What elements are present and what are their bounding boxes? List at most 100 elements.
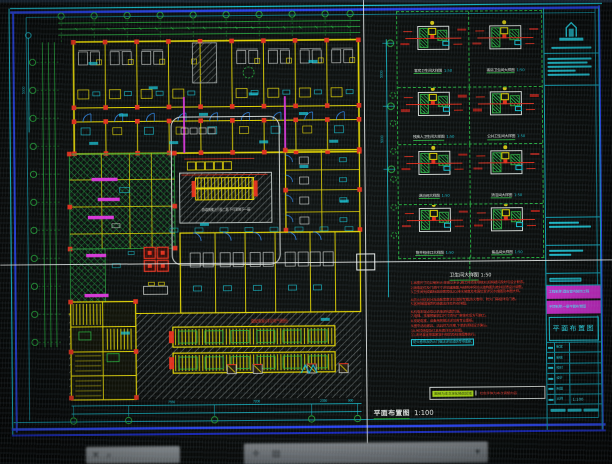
detail-cell: 管井检修口大样图1:50 [399,205,471,259]
detail-label: 管井检修口大样图 [416,249,444,256]
axis-bubble-icon [431,145,435,149]
project-name-row: 工程名称:酒店室内装饰工程 [546,285,600,300]
detail-scale: 1:50 [444,68,452,72]
svg-text:2350: 2350 [320,399,327,403]
detail-label: 备品间大样图 [492,249,513,256]
svg-text:900: 900 [348,399,353,403]
subproject-name-row: 子项名称:一层平面布置图 [547,300,601,315]
toolbar-fragment: ✕ ⌕ ✛ ▤ ▾ [86,441,488,464]
toolbar-left: ✕ ⌕ [86,446,180,464]
monitor-photo: 5000 自动扶梯上行至二层 下行至地下一层 5000 5000 变配电室(详见电气图纸… [0,0,612,464]
detail-scale: 1:50 [442,193,450,197]
detail-row: 管井检修口大样图1:50 备品间大样图1:50 [399,204,543,258]
signature-row: 设计 [547,374,601,385]
legend-chip: 图例为本次深化修改区域 [432,390,473,396]
plan-caption: 平面布置图1:100 [373,400,433,420]
detail-label: 客房卫生间大样图 [414,67,442,74]
detail-scale: 1:50 [446,135,454,139]
note-highlight: 防火卷帘及防火门做法详见消防专项图纸 [411,338,474,345]
signature-row: 审核 [547,353,601,364]
detail-cell: 客房卫生间大样图1:50 [397,12,470,88]
detail-label: 淋浴间大样图 [419,192,440,199]
detail-cell: 备品间大样图1:50 [471,204,543,258]
table-value: 1:100 [572,397,583,402]
details-scale: 1:50 [481,273,492,278]
signature-row: 审定 [547,342,601,353]
toolbar-right: ✛ ▤ ▾ [244,441,488,464]
plan-scale: 1:100 [414,409,434,417]
detail-label: 残疾人卫生间大样图 [413,134,445,141]
zoom-icon[interactable]: ⌕ [106,450,111,460]
detail-cell: 公共卫生间大样图1:50 [470,87,542,144]
signature-row: 校对 [547,363,601,374]
svg-text:7200: 7200 [253,399,260,403]
detail-drawing [484,148,528,178]
detail-scale: 1:50 [517,134,525,138]
detail-scale: 1:50 [517,68,525,72]
detail-row: 残疾人卫生间大样图1:50 公共卫生间大样图1:50 [398,87,542,145]
detail-label: 客房卫生间大样图 [487,67,515,74]
title-block: 工程名称:酒店室内装饰工程 子项名称:一层平面布置图 平面布置图 审定审核校对设… [543,7,603,429]
table-label: 审定 [555,343,570,353]
detail-label: 清洁间大样图 [491,192,512,199]
sheet-number-row [548,405,602,415]
signature-table: 审定审核校对设计制图比例1:100 [547,341,602,405]
axis-bubble-icon [430,88,434,91]
detail-drawing [412,205,456,235]
detail-drawing [412,148,456,178]
table-label: 比例 [555,395,570,405]
detail-row: 客房卫生间大样图1:50 客房卫生间大样图1:50 [397,11,542,88]
logo-text-bar [551,47,591,50]
detail-scale: 1:50 [446,250,454,254]
axis-bubble-icon [430,20,434,24]
detail-drawing [411,90,455,120]
detail-drawings-grid: 客房卫生间大样图1:50 客房卫生间大样图1:50 残疾人卫生间大样图1:50 … [396,10,544,259]
plan-title: 平面布置图 [374,409,411,419]
detail-scale: 1:50 [515,250,523,254]
table-label: 设计 [555,374,570,384]
detail-row: 淋浴间大样图1:50 清洁间大样图1:50 [398,144,543,205]
svg-text:变配电室(详见电气图纸): 变配电室(详见电气图纸) [251,318,289,323]
blank-section [545,85,600,217]
svg-text:5000: 5000 [22,87,26,95]
sheet-title: 平面布置图 [549,316,599,340]
detail-cell: 淋浴间大样图1:50 [398,145,471,205]
revision-notes: 1.本图尺寸均以毫米计,标高以米计,施工时须现场核对,如有疑问及时与设计联系。2… [410,280,543,347]
signature-row: 制图 [547,384,601,395]
details-title: 卫生间大样图 [449,272,478,280]
detail-cell: 清洁间大样图1:50 [470,144,543,204]
svg-text:自动扶梯上行至二层 下行至地下一层: 自动扶梯上行至二层 下行至地下一层 [201,206,251,211]
project-rows-a [546,217,600,245]
axis-bubble-icon [503,145,507,149]
axis-bubble-icon [502,20,506,24]
close-icon[interactable]: ✕ [92,450,100,460]
svg-text:5000: 5000 [380,135,384,143]
detail-cell: 客房卫生间大样图1:50 [469,11,542,87]
table-label: 制图 [555,384,570,394]
axis-bubble-icon [503,87,507,90]
menu-icon[interactable]: ▤ [272,449,281,459]
legend-red-note: 红色字体为本次调整内容 [476,390,517,395]
detail-drawing [411,23,455,53]
table-label: 校对 [555,363,570,373]
detail-drawing [485,205,529,235]
company-logo [544,7,598,53]
pan-icon[interactable]: ✛ [252,449,260,459]
drawing-sheet: 5000 自动扶梯上行至二层 下行至地下一层 5000 5000 变配电室(详见电气图纸… [0,0,612,464]
cursor-pickbox [356,253,375,270]
details-caption: 卫生间大样图1:50 [398,261,542,281]
logo-icon [556,21,586,45]
axis-bubble-icon [431,205,435,207]
axis-bubble-icon [504,204,508,206]
legend-row: 图例为本次深化修改区域 红色字体为本次调整内容 [429,386,545,400]
svg-text:7550: 7550 [168,400,175,404]
detail-scale: 1:50 [514,193,522,197]
detail-drawing [484,89,528,119]
stamp-row [546,273,600,285]
firm-info [544,53,598,85]
detail-drawing [483,23,527,53]
chevron-down-icon[interactable]: ▾ [475,447,480,457]
signature-row: 比例1:100 [547,394,601,405]
svg-text:5000: 5000 [380,70,384,78]
table-label: 审核 [555,353,570,363]
